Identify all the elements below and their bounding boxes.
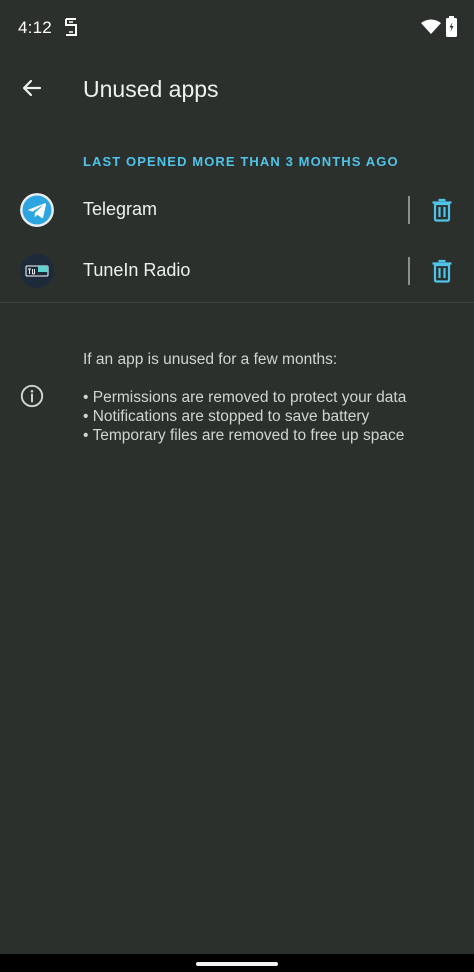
arrow-back-icon: [22, 79, 42, 97]
info-heading: If an app is unused for a few months:: [83, 351, 338, 368]
uninstall-tunein-button[interactable]: [424, 250, 460, 292]
info-bullet: • Permissions are removed to protect you…: [83, 389, 407, 406]
navigation-bar: [0, 954, 474, 972]
home-indicator[interactable]: [196, 962, 278, 966]
tunein-icon: [20, 254, 54, 288]
row-divider: [408, 196, 410, 224]
back-button[interactable]: [10, 66, 54, 110]
status-bar: 4:12: [0, 0, 474, 56]
app-row-tunein[interactable]: TuneIn Radio: [0, 240, 474, 302]
page-title: Unused apps: [83, 76, 219, 102]
info-icon: [20, 384, 44, 408]
telegram-icon: [20, 193, 54, 227]
list-separator: [0, 302, 474, 303]
app-name: Telegram: [83, 199, 158, 219]
notification-icon: [65, 18, 77, 36]
status-time: 4:12: [18, 18, 52, 37]
battery-icon: [446, 16, 457, 37]
uninstall-telegram-button[interactable]: [424, 189, 460, 231]
trash-icon: [432, 198, 452, 222]
unused-apps-screen: 4:12 Unused apps LAST OPENED MORE THAN 3…: [0, 0, 474, 972]
app-bar: Unused apps: [0, 56, 474, 122]
row-divider: [408, 257, 410, 285]
info-text: If an app is unused for a few months: • …: [83, 350, 463, 445]
app-row-telegram[interactable]: Telegram: [0, 179, 474, 241]
info-bullet: • Temporary files are removed to free up…: [83, 427, 405, 444]
trash-icon: [432, 259, 452, 283]
info-bullet: • Notifications are stopped to save batt…: [83, 408, 370, 425]
section-header: LAST OPENED MORE THAN 3 MONTHS AGO: [83, 154, 399, 169]
app-name: TuneIn Radio: [83, 260, 191, 280]
wifi-icon: [421, 19, 441, 34]
